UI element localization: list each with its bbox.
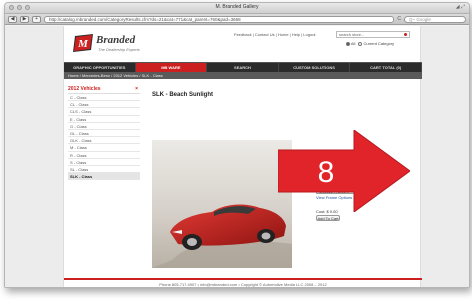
browser-toolbar: ◀ ▶ + http://catalog.mbranded.com/Catego… (5, 14, 469, 25)
product-image[interactable] (152, 140, 292, 268)
sidebar-item-g-class[interactable]: G - Class (68, 123, 140, 130)
sidebar-heading-label: 2012 Vehicles (68, 86, 101, 92)
nav-mb-ware[interactable]: MB WARE (135, 63, 208, 72)
radio-all-label: All (350, 41, 356, 46)
store-search-placeholder: search store... (339, 32, 365, 37)
forward-button[interactable]: ▶ (20, 15, 29, 23)
site-logo[interactable]: M Branded The Dealership Experts (72, 32, 156, 56)
title-bar: M. Branded Gallery ◢ ⤢ (5, 3, 469, 14)
page-viewport: M Branded The Dealership Experts Feedbac… (5, 26, 469, 287)
sidebar-item-cls-class[interactable]: CLS - Class (68, 108, 140, 116)
main-nav: GRAPHIC OPPORTUNITIES MB WARE SEARCH CUS… (64, 62, 422, 72)
category-sidebar: 2012 Vehicles × C - Class CL - Class CLS -… (68, 86, 140, 181)
reload-icon[interactable]: C (397, 16, 401, 22)
address-bar[interactable]: http://catalog.mbranded.com/CategoryResu… (44, 15, 395, 23)
radio-current-label: Current Category (363, 41, 395, 46)
sidebar-item-m-class[interactable]: M - Class (68, 144, 140, 152)
page-title: SLK - Beach Sunlight (152, 92, 214, 98)
top-links[interactable]: Feedback | Contact Us | Home | Help | Lo… (234, 32, 316, 37)
browser-window: M. Branded Gallery ◢ ⤢ ◀ ▶ + http://cata… (4, 2, 470, 288)
site-container: M Branded The Dealership Experts Feedbac… (63, 26, 422, 287)
nav-custom-solutions[interactable]: CUSTOM SOLUTIONS (279, 63, 351, 72)
back-button[interactable]: ◀ (8, 15, 17, 23)
breadcrumb[interactable]: Home / Mercedes-Benz / 2012 Vehicles / S… (64, 72, 422, 79)
sidebar-item-r-class[interactable]: R - Class (68, 152, 140, 159)
add-to-cart-button[interactable]: Add To Cart (316, 215, 340, 221)
logo-wordmark: Branded (96, 34, 136, 46)
site-footer: Phone 805.717.4907 • info@mbranded.com •… (64, 278, 422, 287)
collapse-icon[interactable]: × (135, 86, 138, 92)
arrow-shape (278, 130, 410, 212)
sidebar-list: C - Class CL - Class CLS - Class E - Class G… (68, 94, 140, 181)
browser-search-field[interactable]: Q~ Google (404, 15, 466, 23)
nav-graphic-opportunities[interactable]: GRAPHIC OPPORTUNITIES (64, 63, 136, 72)
radio-all[interactable] (346, 41, 350, 46)
sidebar-item-slk-class[interactable]: SLK - Class (68, 173, 140, 181)
nav-search[interactable]: SEARCH (207, 63, 279, 72)
add-tab-button[interactable]: + (32, 15, 41, 23)
logo-tagline: The Dealership Experts (98, 47, 140, 52)
window-title: M. Branded Gallery (215, 4, 259, 10)
fullscreen-icon[interactable]: ◢ ⤢ (456, 4, 465, 10)
step-number: 8 (318, 156, 335, 189)
store-search-input[interactable]: search store... (336, 31, 410, 38)
sidebar-item-e-class[interactable]: E - Class (68, 116, 140, 123)
sidebar-item-sl-class[interactable]: SL - Class (68, 166, 140, 174)
sidebar-item-c-class[interactable]: C - Class (68, 94, 140, 102)
sidebar-heading: 2012 Vehicles × (68, 86, 140, 94)
sidebar-item-s-class[interactable]: S - Class (68, 159, 140, 166)
logo-mark-icon: M (73, 34, 93, 52)
sidebar-item-glk-class[interactable]: GLK - Class (68, 137, 140, 145)
step-annotation-arrow: 8 (278, 130, 410, 212)
search-scope: All Current Category (346, 41, 394, 46)
radio-current-category[interactable] (358, 41, 363, 46)
site-header: M Branded The Dealership Experts Feedbac… (64, 26, 420, 62)
nav-cart-total[interactable]: CART TOTAL (0) (350, 63, 422, 72)
car-photo (152, 140, 292, 268)
sidebar-item-cl-class[interactable]: CL - Class (68, 101, 140, 109)
sidebar-item-gl-class[interactable]: GL - Class (68, 130, 140, 138)
search-go-icon[interactable] (404, 33, 407, 36)
svg-text:M: M (77, 38, 89, 50)
